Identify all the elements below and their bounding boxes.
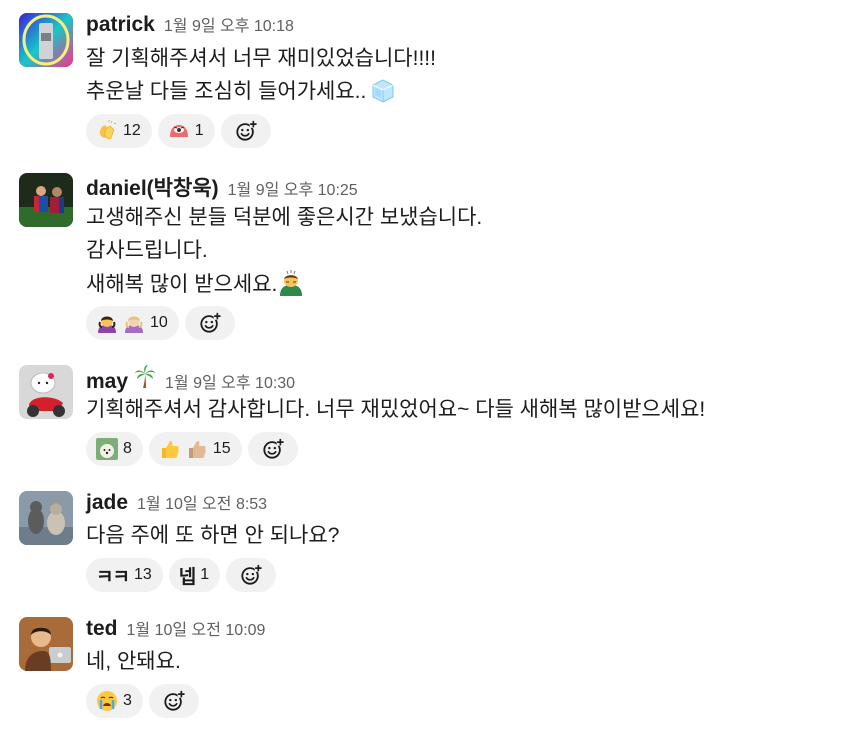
add-reaction-icon [240,564,263,586]
reaction-kk[interactable]: ㅋㅋ 13 [86,558,163,592]
add-reaction-button[interactable] [226,558,277,592]
reaction-emoji-label: 넵 [178,565,197,588]
avatar[interactable] [19,173,73,227]
woman-bowing-icon [96,312,118,334]
clapping-hands-icon [96,120,118,142]
reaction-crying[interactable]: 3 [86,684,143,718]
woman-bowing-light-icon [123,312,145,334]
reaction-thumbs-up[interactable]: 15 [148,432,242,466]
palm-tree-icon [134,364,156,388]
reaction-count: 13 [133,566,152,583]
red-eye-blob-icon [168,120,190,142]
user-name[interactable]: jade [86,491,128,515]
timestamp[interactable]: 1월 10일 오전 8:53 [137,490,267,514]
add-reaction-button[interactable] [148,684,199,718]
message-text: 추운날 다들 조심히 들어가세요.. [86,80,367,103]
avatar[interactable] [19,491,73,545]
reaction-custom-dog[interactable]: 8 [86,432,143,466]
message-line-with-emoji: 새해복 많이 받으세요. [86,269,305,300]
reaction-count: 15 [212,440,231,457]
avatar[interactable] [19,13,73,67]
message-line-with-emoji: 추운날 다들 조심히 들어가세요.. [86,76,397,107]
message-text: 새해복 많이 받으세요. [86,273,278,296]
user-name[interactable]: may [86,370,128,394]
add-reaction-button[interactable] [184,306,235,340]
ice-cube-icon [369,76,397,104]
add-reaction-button[interactable] [247,432,298,466]
thumbs-up-light-icon [186,438,208,460]
avatar[interactable] [19,365,73,419]
user-name[interactable]: patrick [86,13,155,37]
man-bowing-icon [277,269,305,297]
reaction-clapping[interactable]: 12 [86,114,152,148]
add-reaction-icon [262,438,284,460]
crying-face-icon [96,690,118,712]
custom-dog-icon [96,438,118,460]
reaction-count: 1 [194,122,204,139]
message-line: 고생해주신 분들 덕분에 좋은시간 보냈습니다. [86,206,483,229]
thumbs-up-icon [159,438,181,460]
timestamp[interactable]: 1월 9일 오후 10:30 [165,369,295,393]
reaction-count: 3 [123,692,132,709]
message-line: 기획해주셔서 감사합니다. 너무 재밌었어요~ 다들 새해복 많이받으세요! [86,398,706,421]
reaction-red-eye[interactable]: 1 [157,114,215,148]
add-reaction-button[interactable] [220,114,271,148]
timestamp[interactable]: 1월 10일 오전 10:09 [127,616,266,640]
reaction-count: 12 [123,122,141,139]
add-reaction-icon [199,312,221,334]
reaction-count: 10 [150,314,168,331]
message-line: 잘 기획해주셔서 너무 재미있었습니다!!!! [86,47,436,70]
reaction-count: 8 [123,440,132,457]
reaction-nep[interactable]: 넵 1 [168,558,221,592]
add-reaction-icon [163,690,185,712]
add-reaction-icon [235,120,257,142]
reaction-emoji-label: ㅋㅋ [96,565,130,588]
timestamp[interactable]: 1월 9일 오후 10:25 [228,176,358,200]
message-line: 다음 주에 또 하면 안 되나요? [86,524,340,547]
user-name[interactable]: ted [86,617,118,641]
timestamp[interactable]: 1월 9일 오후 10:18 [164,12,294,36]
avatar[interactable] [19,617,73,671]
user-name[interactable]: daniel(박창욱) [86,172,219,202]
reaction-woman-bowing[interactable]: 10 [86,306,179,340]
message-line: 네, 안돼요. [86,650,181,673]
reaction-count: 1 [200,566,210,583]
message-line: 감사드립니다. [86,239,208,262]
